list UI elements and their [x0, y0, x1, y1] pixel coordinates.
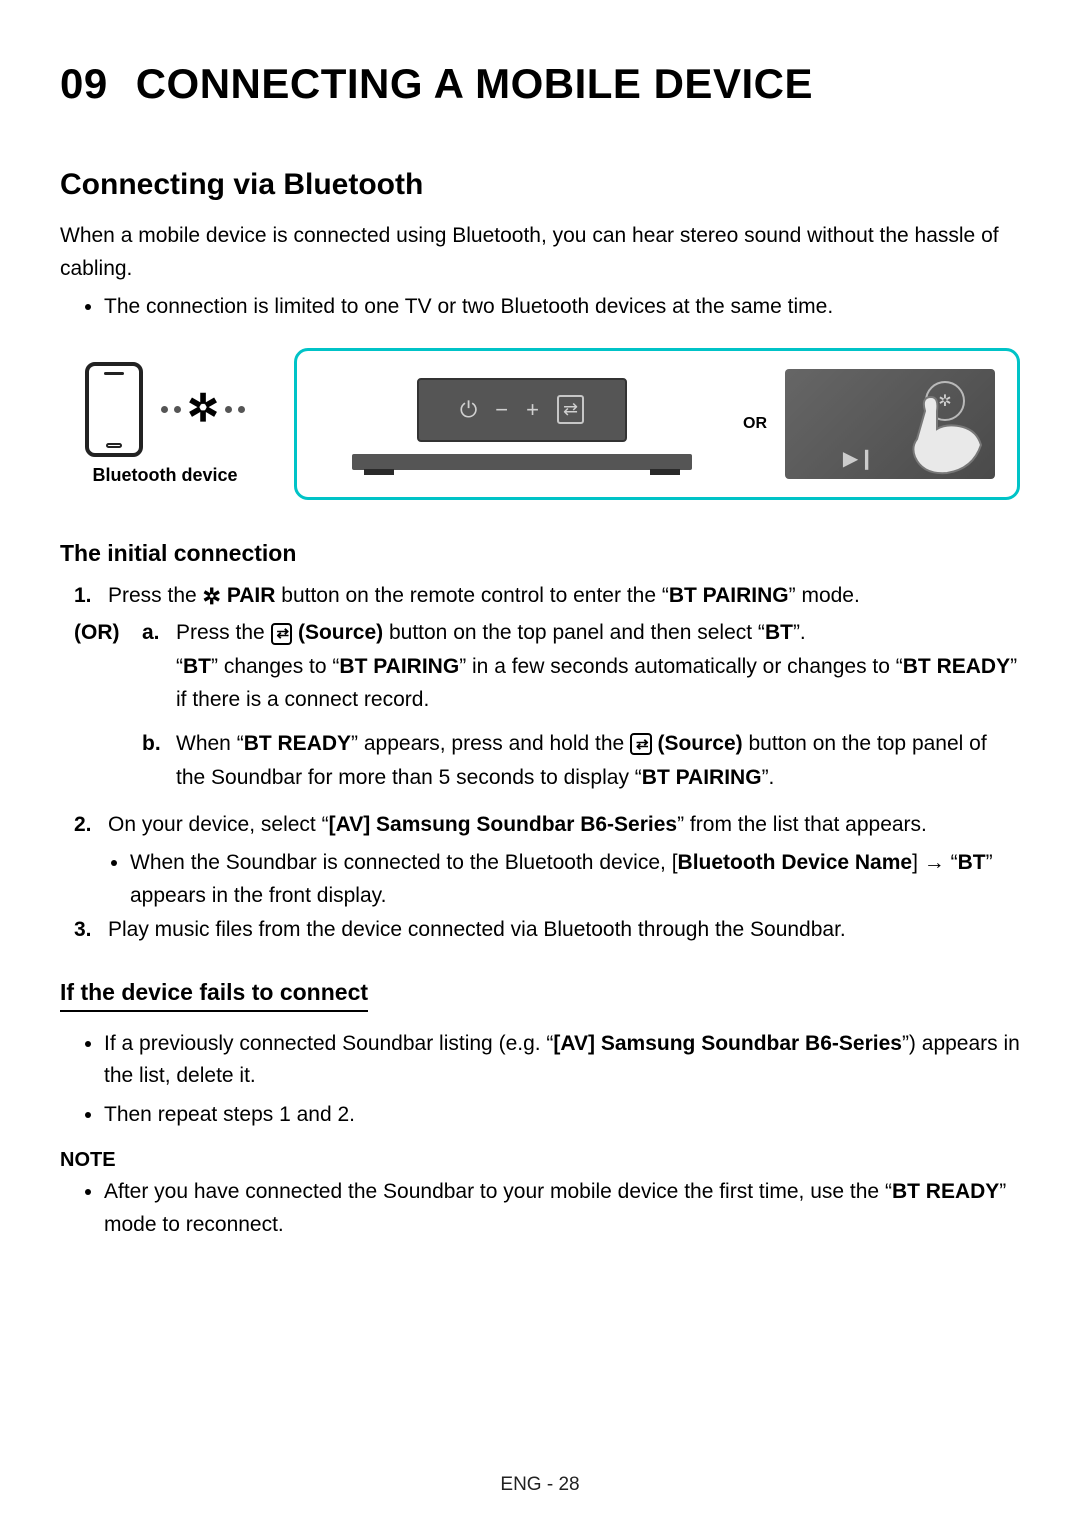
step-2-bullet: When the Soundbar is connected to the Bl… [130, 846, 1020, 913]
hand-icon [887, 395, 987, 475]
chapter-number: 09 [60, 60, 108, 107]
fail-bullet-2: Then repeat steps 1 and 2. [104, 1099, 1020, 1132]
step-1: 1. Press the ✲ PAIR button on the remote… [60, 579, 1020, 613]
note-bullet-1: After you have connected the Soundbar to… [104, 1176, 1020, 1241]
step-2: 2. On your device, select “[AV] Samsung … [60, 808, 1020, 842]
bluetooth-device-label: Bluetooth device [92, 465, 237, 486]
subsection-initial-connection: The initial connection [60, 540, 1020, 567]
source-icon: ⇄ [557, 395, 584, 424]
section-heading: Connecting via Bluetooth [60, 168, 1020, 202]
soundbar-top-panel-icon: ⏻ − + ⇄ [319, 378, 725, 470]
soundbar-touch-icon: ✲ ▶❙ [785, 369, 995, 479]
step-3: 3. Play music files from the device conn… [60, 913, 1020, 947]
source-icon: ⇄ [630, 733, 652, 755]
diagram: ✲ Bluetooth device ⏻ − + ⇄ OR ✲ ▶❙ [60, 348, 1020, 500]
diagram-box: ⏻ − + ⇄ OR ✲ ▶❙ [294, 348, 1020, 500]
minus-icon: − [495, 397, 508, 423]
chapter-title: CONNECTING A MOBILE DEVICE [136, 60, 813, 107]
chapter-heading: 09 CONNECTING A MOBILE DEVICE [60, 60, 1020, 108]
or-label: (OR) [74, 616, 128, 650]
bluetooth-icon: ✲ [203, 585, 221, 607]
step-a: a. Press the ⇄ (Source) button on the to… [142, 616, 1020, 717]
phone-icon [85, 362, 143, 457]
fail-bullet-1: If a previously connected Soundbar listi… [104, 1028, 1020, 1093]
diagram-or-label: OR [743, 415, 767, 433]
subsection-fails-to-connect: If the device fails to connect [60, 979, 368, 1012]
play-pause-icon: ▶❙ [843, 446, 875, 471]
soundbar-front-icon [352, 454, 692, 470]
power-icon: ⏻ [460, 397, 477, 423]
source-icon: ⇄ [271, 623, 293, 645]
intro-paragraph: When a mobile device is connected using … [60, 220, 1020, 285]
step-b: b. When “BT READY” appears, press and ho… [142, 727, 1020, 794]
note-heading: NOTE [60, 1149, 1020, 1172]
intro-bullet: The connection is limited to one TV or t… [104, 291, 1020, 324]
plus-icon: + [526, 397, 539, 423]
bluetooth-signal-icon: ✲ [161, 390, 245, 428]
step-or-group: (OR) a. Press the ⇄ (Source) button on t… [60, 616, 1020, 798]
page-footer: ENG - 28 [0, 1474, 1080, 1496]
diagram-left: ✲ Bluetooth device [60, 362, 270, 486]
